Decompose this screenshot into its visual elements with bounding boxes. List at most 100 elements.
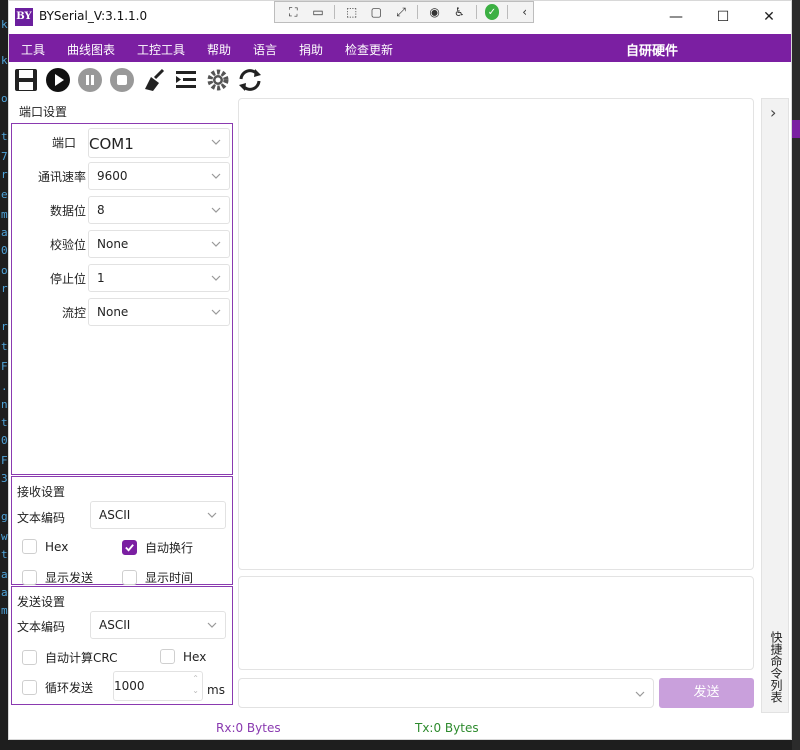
send-text-area[interactable]	[238, 576, 754, 670]
baud-select[interactable]: 9600	[88, 162, 230, 190]
accessibility-icon[interactable]: ♿	[451, 4, 468, 20]
check-icon[interactable]: ✓	[484, 4, 500, 20]
send-encoding-select[interactable]: ASCII	[90, 611, 226, 639]
receive-text-area[interactable]	[238, 98, 754, 570]
refresh-icon	[239, 69, 261, 91]
stopbits-value: 1	[97, 271, 105, 285]
chevron-right-icon[interactable]: ›	[770, 103, 776, 122]
save-icon	[15, 69, 37, 91]
play-icon	[46, 68, 70, 92]
refresh-button[interactable]	[235, 66, 265, 94]
menu-donate[interactable]: 捐助	[299, 41, 323, 58]
menu-tools[interactable]: 工具	[21, 41, 45, 58]
parity-select[interactable]: None	[88, 230, 230, 258]
minimize-button[interactable]: —	[653, 1, 699, 33]
show-time-checkbox[interactable]: 显示时间	[122, 569, 193, 586]
loop-send-label: 循环发送	[45, 681, 94, 695]
stopbits-select[interactable]: 1	[88, 264, 230, 292]
separator	[334, 5, 336, 19]
scroll-capture-icon[interactable]: ⤢	[393, 4, 410, 20]
menu-industrial-tools[interactable]: 工控工具	[137, 41, 185, 58]
parity-label: 校验位	[49, 238, 86, 252]
checkbox-checked-icon	[122, 540, 137, 555]
receive-settings-group: 接收设置 文本编码 ASCII Hex 自动换行 显示发送 显示时间	[11, 476, 233, 585]
interval-value: 1000	[114, 679, 145, 693]
spin-up-icon[interactable]: ⌃	[192, 674, 199, 683]
menu-charts[interactable]: 曲线图表	[67, 41, 115, 58]
chevron-down-icon	[211, 207, 221, 213]
command-history-select[interactable]	[238, 678, 654, 708]
receive-encoding-label: 文本编码	[17, 511, 66, 525]
separator	[475, 5, 477, 19]
broadcast-icon[interactable]: ◉	[426, 4, 443, 20]
receive-hex-checkbox[interactable]: Hex	[22, 539, 68, 554]
databits-value: 8	[97, 203, 105, 217]
desktop-right-edge	[792, 0, 800, 750]
gear-icon	[207, 69, 229, 91]
clear-button[interactable]	[139, 66, 169, 94]
loop-send-checkbox[interactable]: 循环发送	[22, 679, 93, 696]
menu-language[interactable]: 语言	[253, 41, 277, 58]
quick-command-panel[interactable]: › 快捷命令列表	[761, 98, 789, 713]
start-button[interactable]	[43, 66, 73, 94]
capture-region-icon[interactable]: ⛶	[285, 4, 302, 20]
send-encoding-value: ASCII	[99, 618, 131, 632]
chevron-down-icon	[211, 139, 221, 145]
flow-control-value: None	[97, 305, 129, 319]
port-select[interactable]: COM1	[88, 128, 230, 158]
close-button[interactable]: ✕	[746, 1, 792, 33]
brand-label: 自研硬件	[626, 44, 679, 59]
pointer-window-icon[interactable]: ⬚	[343, 4, 360, 20]
settings-button[interactable]	[203, 66, 233, 94]
send-encoding-label: 文本编码	[17, 620, 66, 634]
checkbox-box	[22, 539, 37, 554]
chevron-down-icon	[211, 241, 221, 247]
stop-icon	[110, 68, 134, 92]
auto-crc-checkbox[interactable]: 自动计算CRC	[22, 649, 118, 666]
video-icon[interactable]: ▭	[310, 4, 327, 20]
show-send-checkbox[interactable]: 显示发送	[22, 569, 93, 586]
receive-encoding-select[interactable]: ASCII	[90, 501, 226, 529]
send-settings-title: 发送设置	[17, 595, 66, 609]
parity-value: None	[97, 237, 129, 251]
app-title: BYSerial_V:3.1.1.0	[39, 9, 148, 23]
databits-select[interactable]: 8	[88, 196, 230, 224]
chevron-down-icon	[211, 309, 221, 315]
collapse-left-icon[interactable]: ‹	[516, 4, 533, 20]
interval-spinbox[interactable]: 1000 ⌃ ⌄	[113, 671, 203, 701]
show-time-label: 显示时间	[145, 571, 194, 585]
baud-value: 9600	[97, 169, 128, 183]
fullscreen-icon[interactable]: ▢	[368, 4, 385, 20]
port-settings-group: 端口 COM1 通讯速率 9600 数据位 8 校验位 None 停止位 1 流…	[11, 123, 233, 475]
flow-control-label: 流控	[61, 306, 86, 320]
checkbox-box	[22, 650, 37, 665]
maximize-button[interactable]: ☐	[700, 1, 746, 33]
port-value: COM1	[89, 135, 134, 153]
stop-button[interactable]	[107, 66, 137, 94]
tx-status: Tx:0 Bytes	[415, 721, 479, 735]
save-button[interactable]	[11, 66, 41, 94]
send-hex-checkbox[interactable]: Hex	[160, 649, 206, 664]
show-send-label: 显示发送	[45, 571, 94, 585]
interval-unit: ms	[207, 683, 225, 697]
menu-help[interactable]: 帮助	[207, 41, 231, 58]
menu-bar: 工具 曲线图表 工控工具 帮助 语言 捐助 检查更新 自研硬件	[9, 34, 791, 62]
list-indent-icon	[176, 71, 196, 88]
app-window: BY BYSerial_V:3.1.1.0 — ☐ ✕ ⛶ ▭ ⬚ ▢ ⤢ ◉ …	[8, 0, 792, 740]
rx-status: Rx:0 Bytes	[216, 721, 281, 735]
send-button[interactable]: 发送	[659, 678, 754, 708]
port-settings-title: 端口设置	[19, 105, 68, 119]
auto-wrap-checkbox[interactable]: 自动换行	[122, 539, 193, 556]
spin-down-icon[interactable]: ⌄	[192, 686, 199, 695]
chevron-down-icon	[207, 622, 217, 628]
format-button[interactable]	[171, 66, 201, 94]
separator	[417, 5, 419, 19]
checkbox-box	[22, 680, 37, 695]
chevron-down-icon	[211, 275, 221, 281]
pause-button[interactable]	[75, 66, 105, 94]
pause-icon	[78, 68, 102, 92]
app-logo: BY	[15, 8, 33, 26]
flow-control-select[interactable]: None	[88, 298, 230, 326]
auto-wrap-label: 自动换行	[145, 541, 194, 555]
menu-check-update[interactable]: 检查更新	[345, 41, 393, 58]
